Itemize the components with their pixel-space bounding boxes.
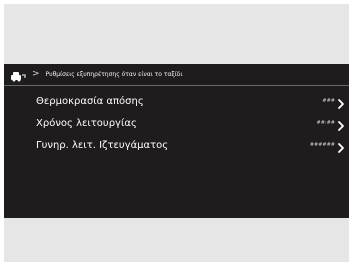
menu-item-value: ### [322,98,335,104]
chevron-right-icon [336,139,346,153]
settings-gear-icon [10,68,26,82]
screenshot-frame: > Ρυθμίσεις εξυπηρέτησης όταν είναι το τ… [0,0,358,268]
chevron-right-icon [336,95,346,109]
menu-item-value: ###### [309,142,335,148]
menu-item-label: Γυνηρ. λειτ. Ιζτευγάματος [36,139,169,151]
menu-item-label: Θερμοκρασία απόσης [36,95,144,107]
menu-item-connection-mode[interactable]: Γυνηρ. λειτ. Ιζτευγάματος ###### [4,134,349,156]
menu-item-departure-temperature[interactable]: Θερμοκρασία απόσης ### [4,90,349,112]
top-gray-band [4,4,349,64]
breadcrumb-separator: > [32,69,40,79]
infotainment-screen: > Ρυθμίσεις εξυπηρέτησης όταν είναι το τ… [4,64,349,218]
settings-menu: Θερμοκρασία απόσης ### Χρόνος λειτουργία… [4,90,349,156]
chevron-right-icon [336,117,346,131]
menu-item-label: Χρόνος λειτουργίας [36,117,137,129]
bottom-gray-band [4,218,349,262]
breadcrumb-title: Ρυθμίσεις εξυπηρέτησης όταν είναι το ταξ… [45,70,183,78]
breadcrumb: > Ρυθμίσεις εξυπηρέτησης όταν είναι το τ… [4,64,349,86]
menu-item-value: ##:## [316,120,335,126]
menu-item-operation-time[interactable]: Χρόνος λειτουργίας ##:## [4,112,349,134]
